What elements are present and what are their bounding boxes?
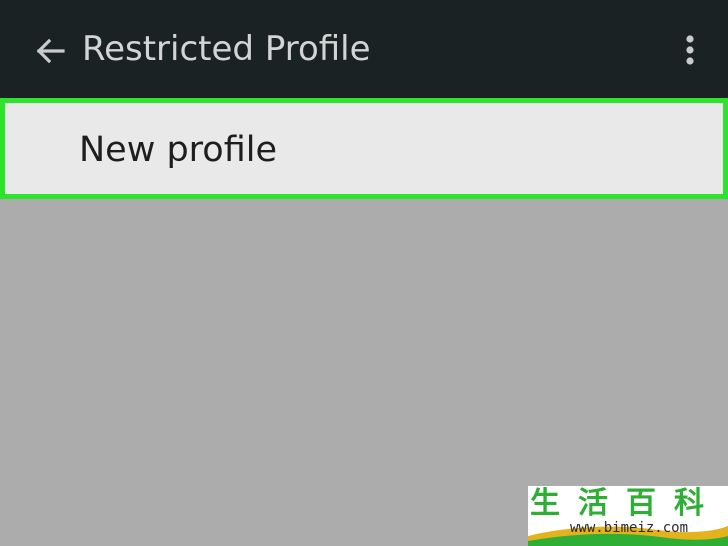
page-title: Restricted Profile xyxy=(82,29,371,69)
arrow-back-icon xyxy=(36,38,65,64)
list-item-label: New profile xyxy=(79,130,278,170)
list-item-new-profile[interactable]: New profile xyxy=(0,98,728,199)
watermark: 生活百科 www.bimeiz.com xyxy=(528,486,728,546)
watermark-url: www.bimeiz.com xyxy=(570,520,689,536)
app-bar: Restricted Profile xyxy=(0,0,728,98)
back-button[interactable] xyxy=(30,31,70,71)
screen: Restricted Profile New profile 生活百科 www.… xyxy=(0,0,728,546)
watermark-logo-text: 生活百科 xyxy=(530,486,722,521)
more-vert-icon xyxy=(686,35,694,65)
overflow-menu-button[interactable] xyxy=(672,30,708,70)
